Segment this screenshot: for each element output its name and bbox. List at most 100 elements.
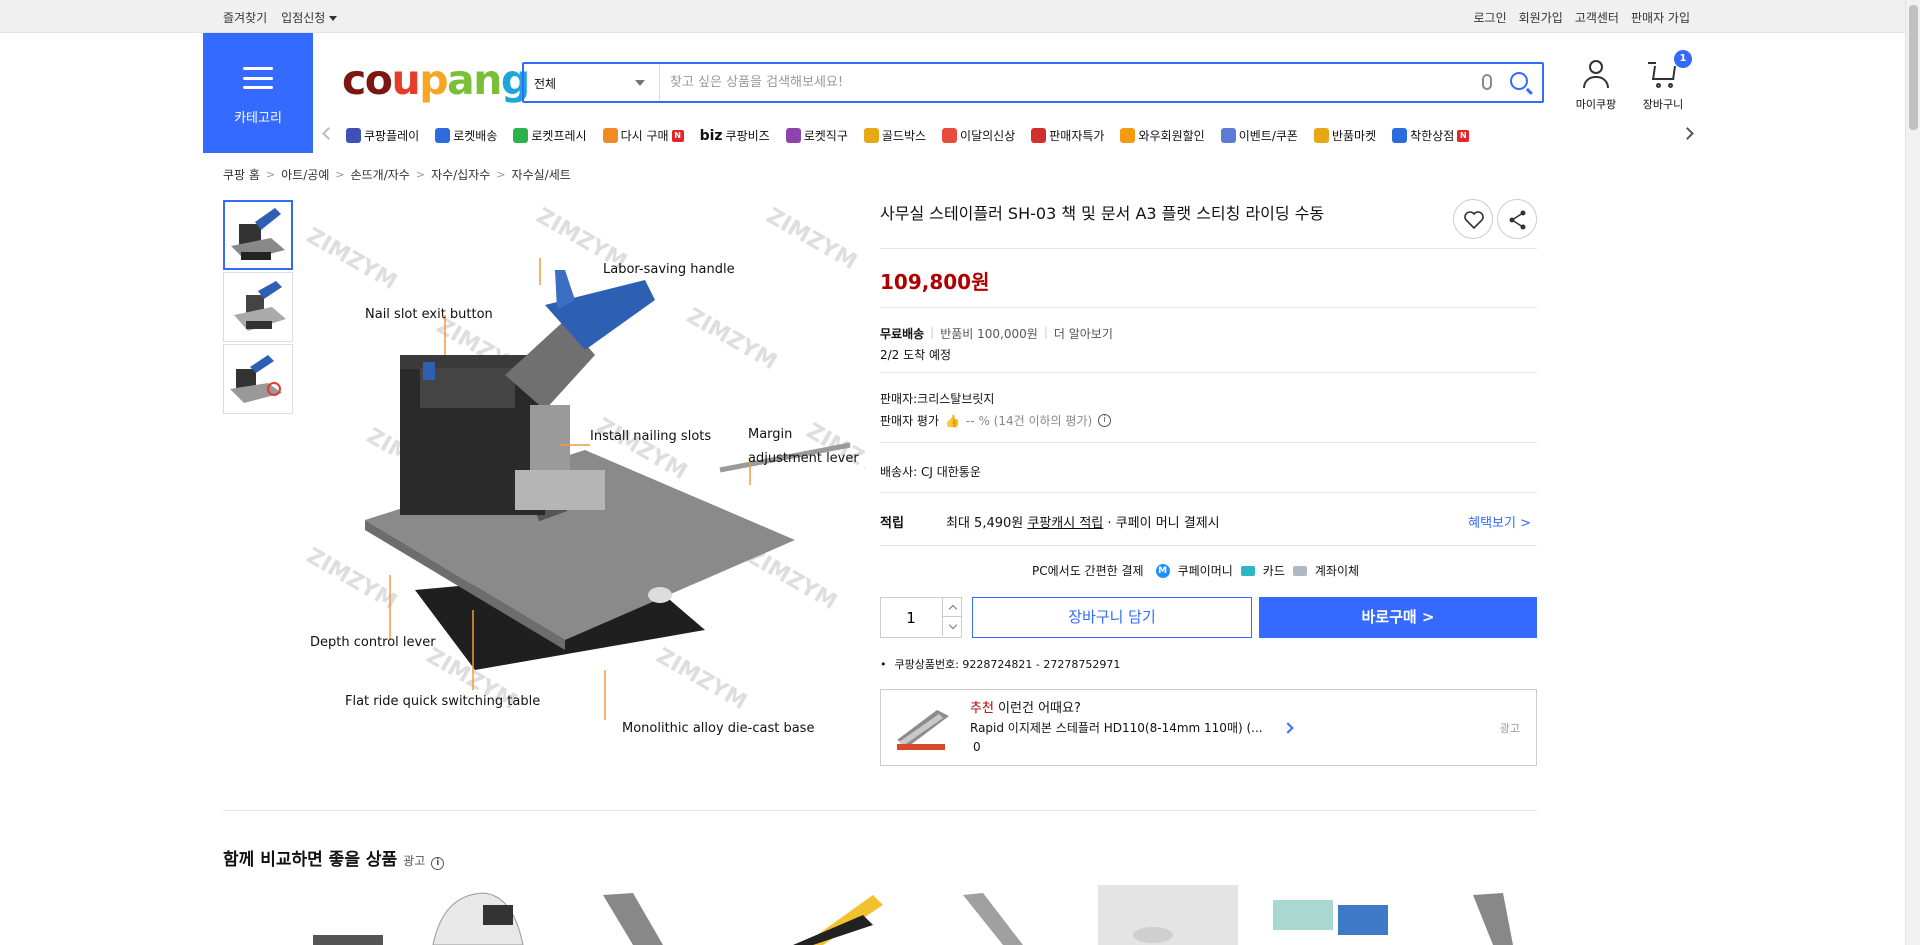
search-bar: 전체 [522, 62, 1544, 103]
buy-now-button[interactable]: 바로구매 > [1259, 597, 1537, 638]
compare-product-image[interactable] [283, 885, 433, 945]
recommendation-card[interactable]: 추천 이런건 어때요? Rapid 이지제본 스테플러 HD110(8-14mm… [880, 689, 1537, 766]
hamburger-icon [243, 67, 273, 89]
nav-item-11[interactable]: 반품마켓 [1313, 127, 1377, 144]
nav-item-0[interactable]: 쿠팡플레이 [346, 127, 419, 144]
share-button[interactable] [1497, 199, 1537, 239]
reward-prefix: 최대 5,490원 [946, 516, 1028, 531]
compare-product-image[interactable] [1413, 885, 1537, 945]
card-icon [1240, 565, 1255, 576]
bookmark-link[interactable]: 즐겨찾기 [223, 9, 267, 26]
thumbnail-1[interactable] [223, 200, 293, 270]
my-coupang-button[interactable]: 마이쿠팡 [1566, 58, 1626, 112]
label-margin: Margin [748, 427, 792, 442]
breadcrumb-item[interactable]: 손뜨개/자수 [351, 166, 410, 183]
label-handle: Labor-saving handle [603, 262, 735, 277]
new-icon [942, 128, 958, 143]
breadcrumb-item[interactable]: 자수/십자수 [431, 166, 490, 183]
nav-item-10[interactable]: 이벤트/쿠폰 [1220, 127, 1298, 144]
nav-item-1[interactable]: 로켓배송 [435, 127, 497, 144]
nav-prev-arrow-icon[interactable] [322, 127, 335, 140]
nav-next-arrow-icon[interactable] [1681, 127, 1694, 140]
thumbnail-stapler-image [231, 208, 285, 260]
breadcrumb-item[interactable]: 자수실/세트 [512, 166, 571, 183]
nav-item-12[interactable]: 착한상점 N [1392, 127, 1470, 144]
quantity-increase-button[interactable] [942, 598, 962, 617]
compare-product-image[interactable] [583, 885, 733, 945]
label-depth: Depth control lever [310, 635, 436, 650]
compare-product-image[interactable] [413, 885, 563, 945]
nav-item-8[interactable]: 판매자특가 [1031, 127, 1104, 144]
seller-name[interactable]: 판매자:크리스탈브릿지 [880, 390, 994, 407]
breadcrumb-item[interactable]: 쿠팡 홈 [223, 166, 260, 183]
logo-part: p [419, 56, 448, 104]
nav-item-9[interactable]: 와우회원할인 [1120, 127, 1205, 144]
search-category-select[interactable]: 전체 [524, 64, 660, 101]
quantity-input[interactable] [881, 598, 941, 637]
seller-rating: 판매자 평가 👍 -- % (14건 이하의 평가) i [880, 412, 1112, 429]
seller-apply-menu[interactable]: 입점신청 [281, 9, 338, 26]
page-scrollbar[interactable] [1905, 0, 1920, 945]
info-icon[interactable]: i [1098, 414, 1112, 427]
compare-ad-label: 광고 [403, 854, 426, 868]
benefit-more-link[interactable]: 혜택보기 > [1468, 512, 1531, 531]
nav-item-label: 이벤트/쿠폰 [1238, 129, 1298, 143]
search-icon[interactable] [1510, 72, 1528, 90]
compare-product-image[interactable] [943, 885, 1093, 945]
coupon-icon [1220, 128, 1236, 143]
thumbnail-3[interactable] [223, 344, 293, 414]
search-input[interactable] [670, 70, 1470, 95]
compare-product-row [223, 885, 1537, 945]
scrollbar-thumb[interactable] [1909, 5, 1918, 130]
seller-rating-value: -- % (14건 이하의 평가) [965, 414, 1093, 428]
bank-icon [1292, 565, 1307, 576]
nav-item-5[interactable]: 로켓직구 [785, 127, 848, 144]
nav-item-2[interactable]: 로켓프레시 [513, 127, 587, 144]
shipping-more-link[interactable]: 더 알아보기 [1054, 325, 1113, 342]
pay-bank: 계좌이체 [1314, 564, 1360, 578]
divider [880, 248, 1537, 249]
seller-deal-icon [1031, 128, 1047, 143]
nav-item-label: 이달의신상 [960, 129, 1016, 143]
nav-item-label: 반품마켓 [1331, 129, 1377, 143]
carrier-info: 배송사: CJ 대한통운 [880, 465, 981, 479]
nav-item-label: 착한상점 [1410, 129, 1455, 143]
thumbnail-stapler-image [230, 355, 282, 403]
compare-product-image[interactable] [1093, 885, 1243, 945]
play-icon [346, 128, 361, 143]
breadcrumb-separator-icon: > [496, 168, 506, 181]
reward-label: 적립 [880, 516, 904, 531]
customer-center-link[interactable]: 고객센터 [1575, 9, 1619, 26]
label-exit-button: Nail slot exit button [365, 307, 493, 322]
biz-icon: biz [699, 127, 723, 144]
microphone-icon[interactable] [1482, 74, 1492, 90]
nav-item-4[interactable]: biz 쿠팡비즈 [700, 127, 770, 144]
quantity-decrease-button[interactable] [942, 617, 962, 636]
compare-product-image[interactable] [763, 885, 913, 945]
logo-part: u [391, 56, 420, 104]
nav-item-7[interactable]: 이달의신상 [942, 127, 1015, 144]
nav-item-label: 골드박스 [881, 129, 927, 143]
seller-signup-link[interactable]: 판매자 가입 [1631, 9, 1690, 26]
new-badge: N [1457, 129, 1470, 142]
thumbnail-2[interactable] [223, 272, 293, 342]
compare-product-image[interactable] [1263, 885, 1413, 945]
wishlist-button[interactable] [1453, 199, 1493, 239]
add-to-cart-button[interactable]: 장바구니 담기 [972, 597, 1252, 638]
signup-link[interactable]: 회원가입 [1519, 9, 1563, 26]
nav-item-6[interactable]: 골드박스 [863, 127, 927, 144]
category-button[interactable]: 카테고리 [203, 33, 313, 153]
coupang-logo[interactable]: coupang [342, 56, 530, 104]
divider [880, 307, 1537, 308]
info-icon[interactable]: i [431, 857, 445, 870]
shortcut-nav-items: 쿠팡플레이 로켓배송 로켓프레시 다시 구매 N biz 쿠팡비즈 로켓직구 골드박스 이달의신상… [346, 127, 1470, 144]
login-link[interactable]: 로그인 [1474, 9, 1507, 26]
logo-part: an [447, 56, 502, 104]
pay-title: PC에서도 간편한 결제 [1032, 564, 1144, 578]
return-fee: 반품비 100,000원 [940, 327, 1038, 341]
coupang-cash-link[interactable]: 쿠팡캐시 적립 [1027, 516, 1103, 531]
user-icon [1582, 60, 1610, 90]
nav-item-3[interactable]: 다시 구매 N [602, 127, 684, 144]
nav-item-label: 로켓프레시 [531, 129, 587, 143]
breadcrumb-item[interactable]: 아트/공예 [281, 166, 329, 183]
